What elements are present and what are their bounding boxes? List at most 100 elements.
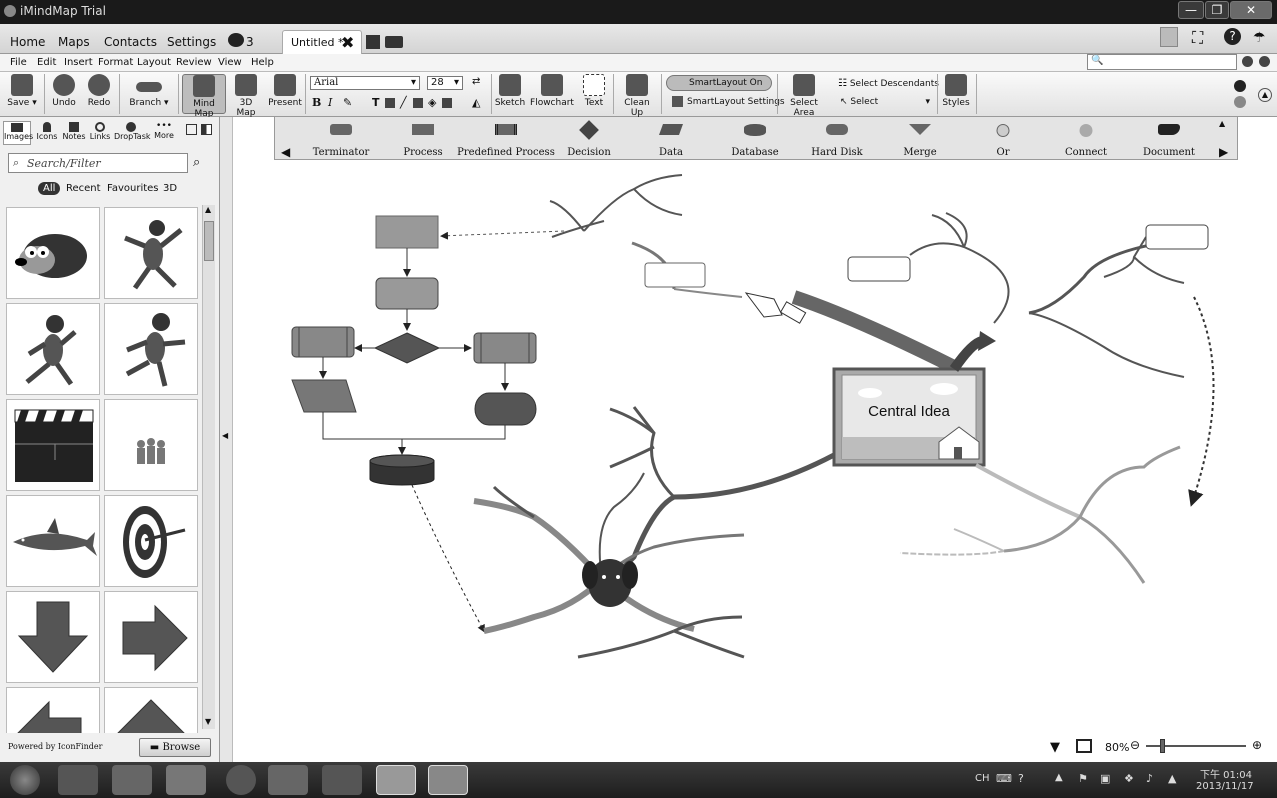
running-figure-2-image[interactable] bbox=[104, 303, 198, 395]
select-descendants-button[interactable]: ☷ Select Descendants bbox=[838, 78, 939, 89]
filter-3d[interactable]: 3D bbox=[163, 183, 177, 194]
dock-panel-icon[interactable] bbox=[201, 124, 212, 135]
flag-icon[interactable]: ⚑ bbox=[1078, 772, 1088, 785]
menu-insert[interactable]: Insert bbox=[64, 57, 93, 68]
open-folder-icon[interactable] bbox=[385, 36, 403, 48]
volume-icon[interactable]: ♪ bbox=[1146, 772, 1153, 785]
maximize-button[interactable]: ❐ bbox=[1205, 1, 1229, 19]
search-prev-icon[interactable] bbox=[1242, 56, 1253, 67]
fill-color-icon[interactable]: ◈ bbox=[428, 96, 436, 109]
clock-date[interactable]: 2013/11/17 bbox=[1196, 781, 1254, 792]
eraser-icon[interactable]: ◭ bbox=[472, 96, 480, 109]
collapse-left-icon[interactable]: ◀ bbox=[222, 431, 228, 440]
present-button[interactable]: Present bbox=[268, 74, 302, 108]
smartlayout-settings-button[interactable]: SmartLayout Settings bbox=[672, 96, 785, 107]
scroll-up-icon[interactable]: ▲ bbox=[205, 205, 211, 214]
mind-map-view-button[interactable]: Mind Map bbox=[182, 74, 226, 119]
line-color-swatch[interactable] bbox=[413, 98, 423, 108]
jumping-figure-image[interactable] bbox=[104, 207, 198, 299]
text-button[interactable]: Text bbox=[580, 74, 608, 108]
zoom-slider-thumb[interactable] bbox=[1160, 739, 1165, 753]
redo-button[interactable]: Redo bbox=[84, 74, 114, 108]
feedback-icon[interactable]: ☂ bbox=[1253, 30, 1266, 46]
nav-contacts[interactable]: Contacts bbox=[104, 35, 157, 49]
nav-maps[interactable]: Maps bbox=[58, 35, 90, 49]
media-player-icon[interactable] bbox=[58, 765, 98, 795]
browse-button[interactable]: ▬ Browse bbox=[139, 738, 211, 757]
zoom-in-icon[interactable]: ⊕ bbox=[1252, 738, 1262, 752]
shape-predefined-process[interactable]: Predefined Process bbox=[456, 147, 556, 158]
shape-process[interactable]: Process bbox=[383, 147, 463, 158]
network-icon[interactable]: ▣ bbox=[1100, 772, 1110, 785]
update-icon[interactable]: ▲ bbox=[1168, 772, 1176, 785]
shape-connect[interactable]: Connect bbox=[1046, 147, 1126, 158]
styles-button[interactable]: Styles bbox=[941, 74, 971, 108]
shapes-next-icon[interactable]: ▶ bbox=[1219, 145, 1228, 159]
zoom-slider[interactable] bbox=[1146, 739, 1246, 753]
menu-format[interactable]: Format bbox=[98, 57, 133, 68]
shapes-prev-icon[interactable]: ◀ bbox=[281, 145, 290, 159]
clean-up-button[interactable]: Clean Up bbox=[618, 74, 656, 118]
shapes-collapse-icon[interactable]: ▲ bbox=[1219, 119, 1225, 128]
running-figure-image[interactable] bbox=[6, 303, 100, 395]
tab-droptask[interactable]: DropTask bbox=[114, 121, 151, 145]
3d-map-button[interactable]: 3D Map bbox=[230, 74, 262, 118]
shape-terminator[interactable]: Terminator bbox=[301, 147, 381, 158]
user-avatar[interactable] bbox=[1160, 27, 1178, 47]
zoom-out-icon[interactable]: ⊖ bbox=[1130, 738, 1140, 752]
arrow-down-image[interactable] bbox=[6, 591, 100, 683]
word-icon[interactable] bbox=[376, 765, 416, 795]
shark-image[interactable] bbox=[6, 495, 100, 587]
topic-box-right[interactable] bbox=[1146, 225, 1208, 249]
mind-map-canvas[interactable]: Central Idea ▼ 80% ⊖ ⊕ bbox=[234, 117, 1277, 762]
clapperboard-image[interactable] bbox=[6, 399, 100, 491]
nav-settings[interactable]: Settings bbox=[167, 35, 216, 49]
sidebar-collapse-strip[interactable]: ◀ bbox=[220, 117, 233, 762]
help-tray-icon[interactable]: ? bbox=[1018, 772, 1024, 785]
collapse-ribbon-icon[interactable]: ▲ bbox=[1258, 88, 1272, 102]
start-button[interactable] bbox=[10, 765, 40, 795]
scrollbar-thumb[interactable] bbox=[204, 221, 214, 261]
search-filter-input[interactable]: ⌕ Search/Filter bbox=[8, 153, 188, 173]
bold-button[interactable]: B bbox=[312, 96, 321, 109]
filter-favourites[interactable]: Favourites bbox=[107, 183, 159, 194]
sketch-button[interactable]: Sketch bbox=[494, 74, 526, 108]
nav-home[interactable]: Home bbox=[10, 35, 45, 49]
comment-icon[interactable] bbox=[228, 33, 244, 47]
shape-decision[interactable]: Decision bbox=[549, 147, 629, 158]
shape-or[interactable]: Or bbox=[963, 147, 1043, 158]
close-window-button[interactable]: ✕ bbox=[1230, 1, 1272, 19]
fill-color-swatch[interactable] bbox=[442, 98, 452, 108]
line-color-icon[interactable]: ╱ bbox=[400, 96, 407, 109]
dropbox-icon[interactable]: ❖ bbox=[1124, 772, 1134, 785]
language-indicator[interactable]: CH bbox=[975, 773, 990, 784]
scroll-down-icon[interactable]: ▼ bbox=[205, 717, 211, 726]
shape-database[interactable]: Database bbox=[715, 147, 795, 158]
smartlayout-toggle[interactable]: SmartLayout On bbox=[666, 75, 772, 91]
central-idea-label[interactable]: Central Idea bbox=[834, 403, 984, 420]
search-next-icon[interactable] bbox=[1259, 56, 1270, 67]
tab-more[interactable]: ••• More bbox=[150, 121, 178, 145]
app-icon[interactable] bbox=[268, 765, 308, 795]
text-color-swatch[interactable] bbox=[385, 98, 395, 108]
menu-file[interactable]: File bbox=[10, 57, 27, 68]
tab-links[interactable]: Links bbox=[86, 121, 114, 145]
text-color-button[interactable]: T bbox=[372, 96, 380, 109]
tab-images[interactable]: Images bbox=[3, 121, 33, 145]
shape-merge[interactable]: Merge bbox=[880, 147, 960, 158]
arrow-left-image[interactable] bbox=[6, 687, 100, 733]
menu-view[interactable]: View bbox=[218, 57, 242, 68]
global-search-input[interactable]: 🔍 bbox=[1087, 54, 1237, 70]
shape-document[interactable]: Document bbox=[1129, 147, 1209, 158]
imindmap-taskbar-icon[interactable] bbox=[428, 765, 468, 795]
share-icon[interactable] bbox=[1234, 96, 1246, 108]
clock-time[interactable]: 下午 01:04 bbox=[1200, 766, 1252, 781]
font-size-select[interactable]: 28 ▾ bbox=[427, 76, 463, 90]
minimize-button[interactable]: — bbox=[1178, 1, 1204, 19]
file-explorer-icon[interactable] bbox=[166, 765, 206, 795]
help-icon[interactable]: ? bbox=[1224, 28, 1241, 45]
target-image[interactable] bbox=[104, 495, 198, 587]
detach-panel-icon[interactable] bbox=[186, 124, 197, 135]
search-go-icon[interactable]: ⌕ bbox=[193, 155, 200, 170]
save-button[interactable]: Save ▾ bbox=[4, 74, 40, 108]
